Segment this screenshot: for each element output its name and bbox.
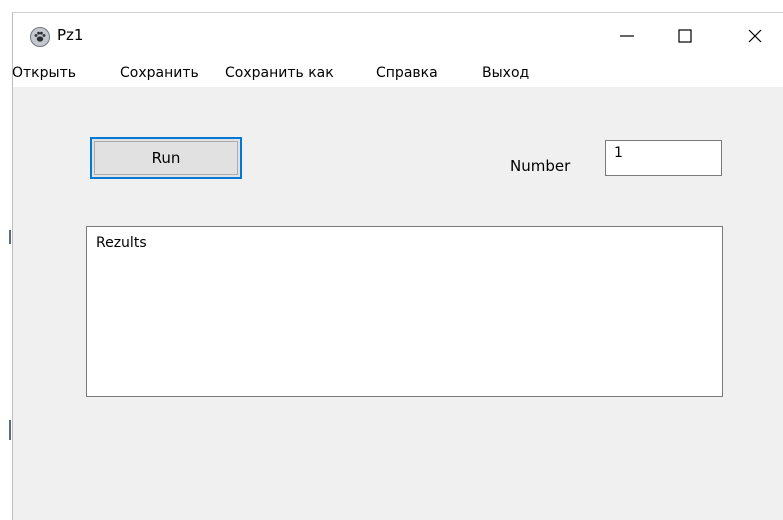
run-button[interactable]: Run xyxy=(90,137,242,179)
app-window: Pz1 Открыть Сохранить Сохранить как Спра… xyxy=(12,12,783,520)
background-edge xyxy=(0,0,12,520)
results-textarea[interactable]: Rezults xyxy=(86,226,723,397)
minimize-icon xyxy=(620,35,634,37)
paw-app-icon xyxy=(30,27,50,47)
edge-mark xyxy=(9,230,11,244)
edge-mark xyxy=(9,420,11,440)
minimize-button[interactable] xyxy=(598,13,656,59)
screen: Pz1 Открыть Сохранить Сохранить как Спра… xyxy=(0,0,783,520)
focus-rect xyxy=(94,141,238,175)
menu-item-save[interactable]: Сохранить xyxy=(120,65,199,81)
menu-item-save-as[interactable]: Сохранить как xyxy=(225,65,334,81)
maximize-icon xyxy=(678,29,692,43)
number-label: Number xyxy=(510,157,571,175)
menu-bar: Открыть Сохранить Сохранить как Справка … xyxy=(12,59,783,87)
window-title: Pz1 xyxy=(57,26,84,44)
number-input[interactable]: 1 xyxy=(605,140,722,176)
close-icon xyxy=(748,29,762,43)
menu-item-help[interactable]: Справка xyxy=(376,65,438,81)
maximize-button[interactable] xyxy=(656,13,714,59)
menu-item-exit[interactable]: Выход xyxy=(482,65,529,81)
title-bar[interactable]: Pz1 xyxy=(13,13,783,59)
close-button[interactable] xyxy=(726,13,783,59)
menu-item-open[interactable]: Открыть xyxy=(12,65,76,81)
